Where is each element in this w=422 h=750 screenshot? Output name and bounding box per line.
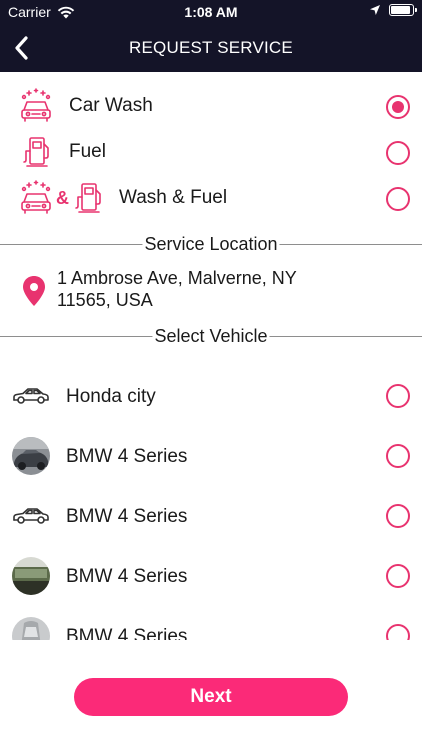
vehicle-name: BMW 4 Series <box>66 446 188 467</box>
vehicle-item[interactable]: BMW 4 Series <box>0 546 422 606</box>
vehicle-name: Honda city <box>66 386 156 407</box>
section-title: Select Vehicle <box>152 326 270 347</box>
car-outline-icon <box>12 377 50 415</box>
status-bar: Carrier 1:08 AM <box>0 0 422 24</box>
page-title: REQUEST SERVICE <box>129 38 293 57</box>
vehicle-name: BMW 4 Series <box>66 506 188 527</box>
vehicle-radio[interactable] <box>386 504 410 528</box>
service-option-wash-and-fuel[interactable]: & Wash & Fuel <box>0 176 422 222</box>
car-wash-icon <box>21 180 51 214</box>
car-photo <box>12 557 50 595</box>
vehicle-item[interactable]: BMW 4 Series <box>0 606 422 640</box>
car-wash-icon <box>21 88 51 122</box>
section-title: Service Location <box>142 234 280 255</box>
radio-car-wash[interactable] <box>386 95 410 119</box>
vehicle-name: BMW 4 Series <box>66 626 188 640</box>
select-vehicle-heading: Select Vehicle <box>0 326 422 347</box>
radio-wash-and-fuel[interactable] <box>386 187 410 211</box>
vehicle-radio[interactable] <box>386 384 410 408</box>
service-location[interactable]: 1 Ambrose Ave, Malverne, NY 11565, USA <box>0 265 422 315</box>
map-pin-icon <box>23 276 45 306</box>
service-location-heading: Service Location <box>0 234 422 255</box>
app-header: Carrier 1:08 AM REQUEST SERVICE <box>0 0 422 72</box>
vehicle-item[interactable]: Honda city <box>0 366 422 426</box>
service-option-car-wash[interactable]: Car Wash <box>0 84 422 130</box>
vehicle-item[interactable]: BMW 4 Series <box>0 486 422 546</box>
radio-fuel[interactable] <box>386 141 410 165</box>
vehicle-name: BMW 4 Series <box>66 566 188 587</box>
car-outline-icon <box>12 497 50 535</box>
battery-icon <box>389 4 417 16</box>
status-time: 1:08 AM <box>184 4 238 20</box>
vehicle-list[interactable]: Honda city BMW 4 Series BMW 4 Series BMW… <box>0 366 422 640</box>
fuel-pump-icon <box>23 137 49 167</box>
vehicle-radio[interactable] <box>386 564 410 588</box>
ampersand-symbol: & <box>56 188 69 208</box>
service-label: Car Wash <box>69 95 153 116</box>
next-button[interactable]: Next <box>74 678 348 716</box>
address-line-1: 1 Ambrose Ave, Malverne, NY <box>57 268 297 288</box>
address-text: 1 Ambrose Ave, Malverne, NY 11565, USA <box>57 267 297 311</box>
service-label: Wash & Fuel <box>119 187 228 208</box>
service-option-fuel[interactable]: Fuel <box>0 130 422 176</box>
vehicle-item[interactable]: BMW 4 Series <box>0 426 422 486</box>
status-right <box>369 4 417 16</box>
address-line-2: 11565, USA <box>57 290 153 310</box>
location-arrow-icon <box>370 5 380 15</box>
fuel-pump-icon <box>75 183 101 213</box>
car-photo <box>12 437 50 475</box>
car-photo <box>12 617 50 640</box>
nav-bar: REQUEST SERVICE <box>0 26 422 70</box>
vehicle-radio[interactable] <box>386 624 410 640</box>
service-label: Fuel <box>69 141 106 162</box>
vehicle-radio[interactable] <box>386 444 410 468</box>
